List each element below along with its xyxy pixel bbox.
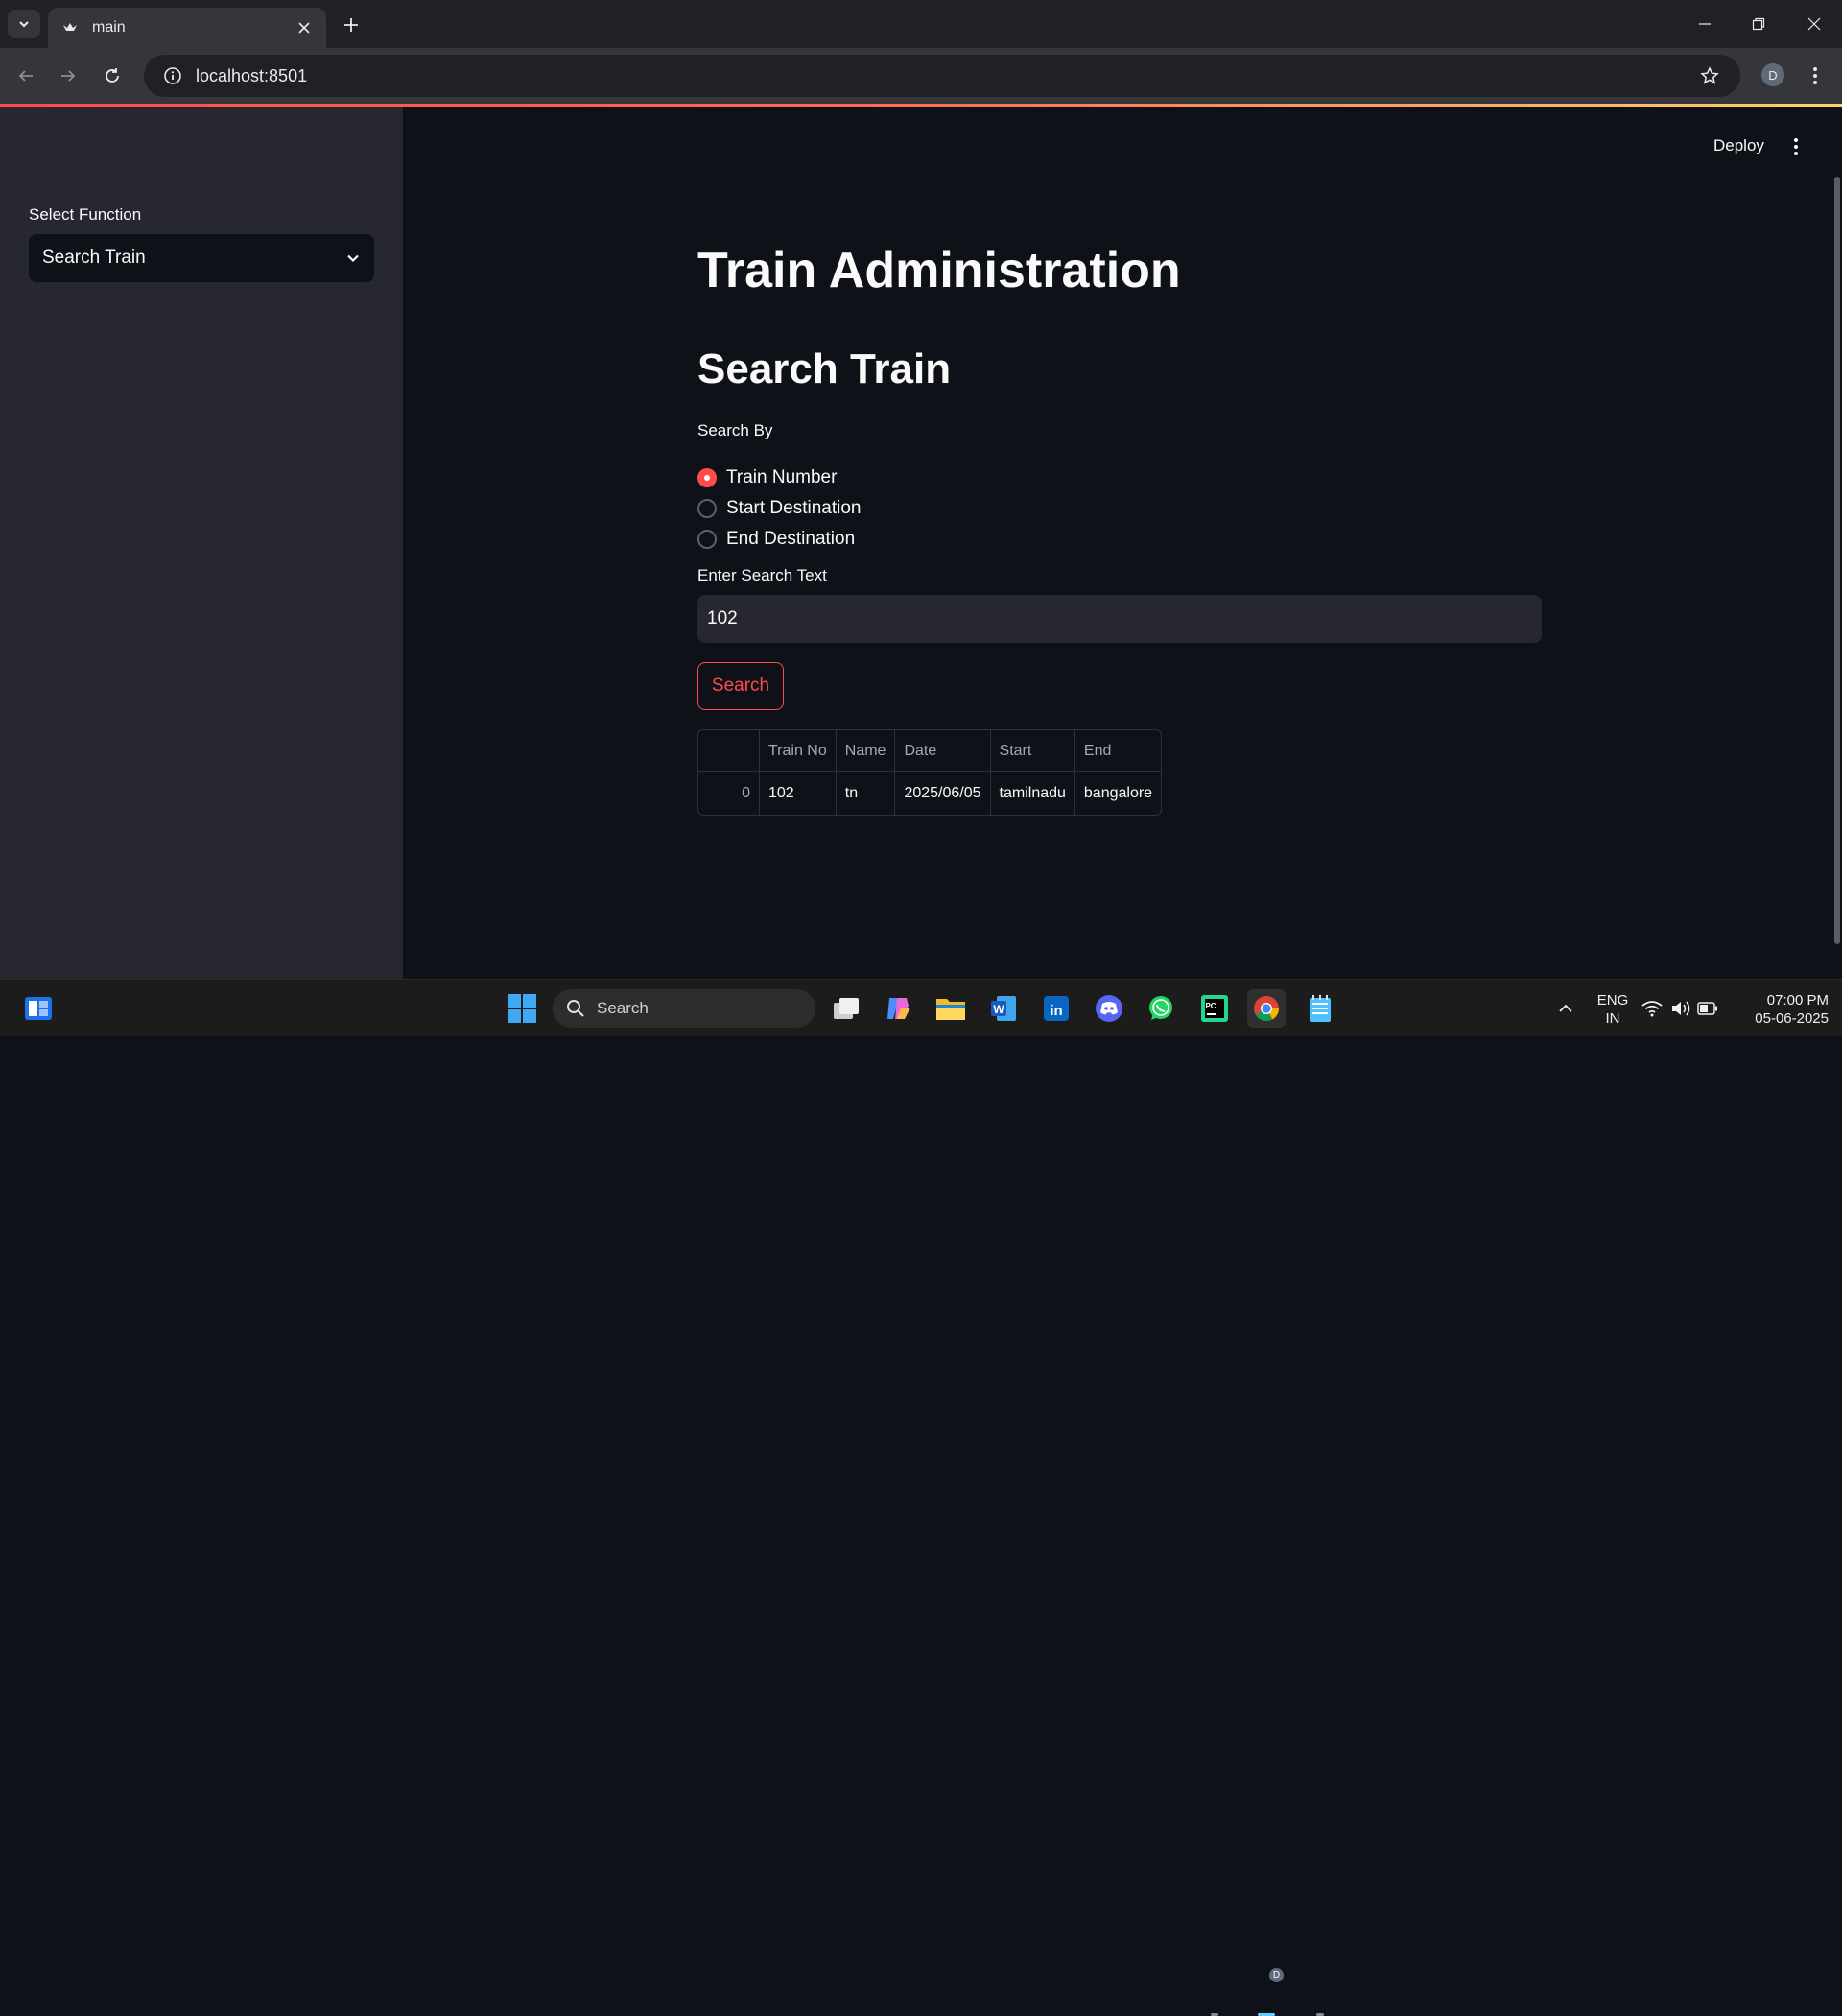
- scrollbar[interactable]: [1834, 177, 1840, 944]
- chevron-down-icon: [347, 254, 359, 263]
- radio-start-destination[interactable]: Start Destination: [697, 496, 861, 521]
- profile-avatar[interactable]: D: [1761, 63, 1784, 86]
- volume-icon: [1672, 1001, 1690, 1016]
- clock-time: 07:00 PM: [1766, 992, 1829, 1008]
- main-menu-icon[interactable]: [1786, 134, 1806, 159]
- results-table[interactable]: Train No Name Date Start End 0 102 tn 20…: [697, 729, 1163, 816]
- table-header-row: Train No Name Date Start End: [698, 730, 1162, 772]
- taskbar-search-placeholder: Search: [597, 999, 649, 1017]
- discord-icon[interactable]: [1090, 989, 1128, 1028]
- table-row-index: 0: [698, 772, 760, 815]
- streamlit-favicon-icon: [61, 19, 79, 36]
- select-function-label: Select Function: [29, 205, 142, 224]
- back-button[interactable]: [12, 61, 40, 90]
- search-text-label: Enter Search Text: [697, 566, 827, 584]
- restore-icon: [1752, 17, 1765, 31]
- url-text[interactable]: localhost:8501: [196, 66, 1690, 86]
- plus-icon: [344, 18, 358, 32]
- arrow-left-icon: [18, 70, 33, 82]
- table-cell[interactable]: tamilnadu: [991, 772, 1075, 815]
- show-hidden-icons-chevron-up-icon[interactable]: [1547, 989, 1585, 1028]
- minimize-icon: [1699, 23, 1711, 25]
- sidebar: Select Function Search Train: [0, 107, 403, 979]
- battery-icon: [1697, 1002, 1717, 1015]
- table-cell[interactable]: 102: [760, 772, 837, 815]
- function-select[interactable]: Search Train: [29, 234, 374, 282]
- radio-unselected-icon: [697, 499, 717, 518]
- language-indicator[interactable]: ENG IN: [1593, 991, 1633, 1028]
- function-select-value: Search Train: [42, 248, 146, 268]
- radio-train-number[interactable]: Train Number: [697, 465, 837, 490]
- reload-button[interactable]: [98, 61, 127, 90]
- table-header[interactable]: End: [1074, 730, 1162, 772]
- table-header-index: [698, 730, 760, 772]
- radio-selected-icon: [697, 468, 717, 487]
- site-info-icon[interactable]: [152, 55, 194, 97]
- radio-label: Train Number: [726, 467, 838, 487]
- chevron-down-icon: [19, 21, 29, 28]
- search-icon: [567, 1000, 584, 1017]
- browser-tab[interactable]: main: [48, 8, 326, 48]
- language-code: ENG: [1596, 992, 1629, 1008]
- pycharm-icon[interactable]: PC: [1195, 989, 1234, 1028]
- clock-date: 05-06-2025: [1755, 1010, 1829, 1027]
- clock[interactable]: 07:00 PM 05-06-2025: [1736, 991, 1829, 1028]
- radio-label: Start Destination: [726, 498, 862, 518]
- arrow-right-icon: [61, 70, 76, 82]
- close-tab-icon[interactable]: [295, 19, 313, 36]
- region-code: IN: [1605, 1010, 1620, 1027]
- restore-button[interactable]: [1735, 8, 1783, 40]
- page-title: Train Administration: [697, 243, 1181, 298]
- main-area: Deploy Train Administration Search Train…: [403, 107, 1842, 979]
- table-header[interactable]: Name: [836, 730, 896, 772]
- minimize-button[interactable]: [1681, 8, 1729, 40]
- search-button[interactable]: Search: [697, 662, 784, 710]
- bookmark-star-icon[interactable]: [1690, 57, 1729, 95]
- table-header[interactable]: Start: [990, 730, 1075, 772]
- search-by-label: Search By: [697, 421, 773, 439]
- radio-end-destination[interactable]: End Destination: [697, 527, 855, 552]
- copilot-icon[interactable]: [879, 989, 917, 1028]
- widgets-icon[interactable]: [19, 989, 58, 1028]
- browser-tab-strip: main: [0, 0, 1842, 48]
- table-header[interactable]: Date: [895, 730, 991, 772]
- new-tab-button[interactable]: [338, 12, 365, 38]
- address-bar[interactable]: localhost:8501: [144, 55, 1740, 97]
- reload-icon: [106, 68, 119, 83]
- file-explorer-icon[interactable]: [932, 989, 970, 1028]
- taskbar: Search W in PC D ENG IN 07:00 PM 05-06-2…: [0, 979, 1842, 2016]
- start-windows-icon[interactable]: [503, 989, 541, 1028]
- radio-unselected-icon: [697, 530, 717, 549]
- wifi-icon: [1641, 1001, 1663, 1017]
- deploy-button[interactable]: Deploy: [1713, 136, 1764, 155]
- table-header[interactable]: Train No: [760, 730, 837, 772]
- section-title: Search Train: [697, 345, 952, 392]
- table-cell[interactable]: 2025/06/05: [895, 772, 991, 815]
- table-cell[interactable]: bangalore: [1075, 772, 1161, 815]
- whatsapp-icon[interactable]: [1142, 989, 1180, 1028]
- chrome-profile-badge: D: [1269, 1968, 1284, 1982]
- linkedin-icon[interactable]: in: [1037, 989, 1075, 1028]
- search-text-input[interactable]: [697, 595, 1542, 643]
- chrome-icon[interactable]: [1247, 989, 1286, 1028]
- radio-label: End Destination: [726, 529, 856, 549]
- browser-toolbar: localhost:8501 D: [0, 48, 1842, 104]
- svg-text:W: W: [993, 1003, 1004, 1016]
- close-window-button[interactable]: [1790, 8, 1838, 40]
- forward-button[interactable]: [54, 61, 83, 90]
- table-cell[interactable]: tn: [837, 772, 896, 815]
- tab-search-button[interactable]: [8, 10, 40, 38]
- word-icon[interactable]: W: [984, 989, 1023, 1028]
- close-icon: [1807, 17, 1821, 31]
- tab-title: main: [92, 19, 126, 36]
- taskbar-search[interactable]: Search: [553, 989, 815, 1028]
- svg-text:in: in: [1050, 1003, 1062, 1019]
- svg-text:PC: PC: [1205, 1002, 1216, 1010]
- notepad-icon[interactable]: [1301, 989, 1339, 1028]
- table-row: 0 102 tn 2025/06/05 tamilnadu bangalore: [698, 772, 1161, 815]
- task-view-icon[interactable]: [827, 989, 865, 1028]
- quick-settings[interactable]: [1637, 989, 1723, 1028]
- browser-menu-icon[interactable]: [1804, 61, 1827, 90]
